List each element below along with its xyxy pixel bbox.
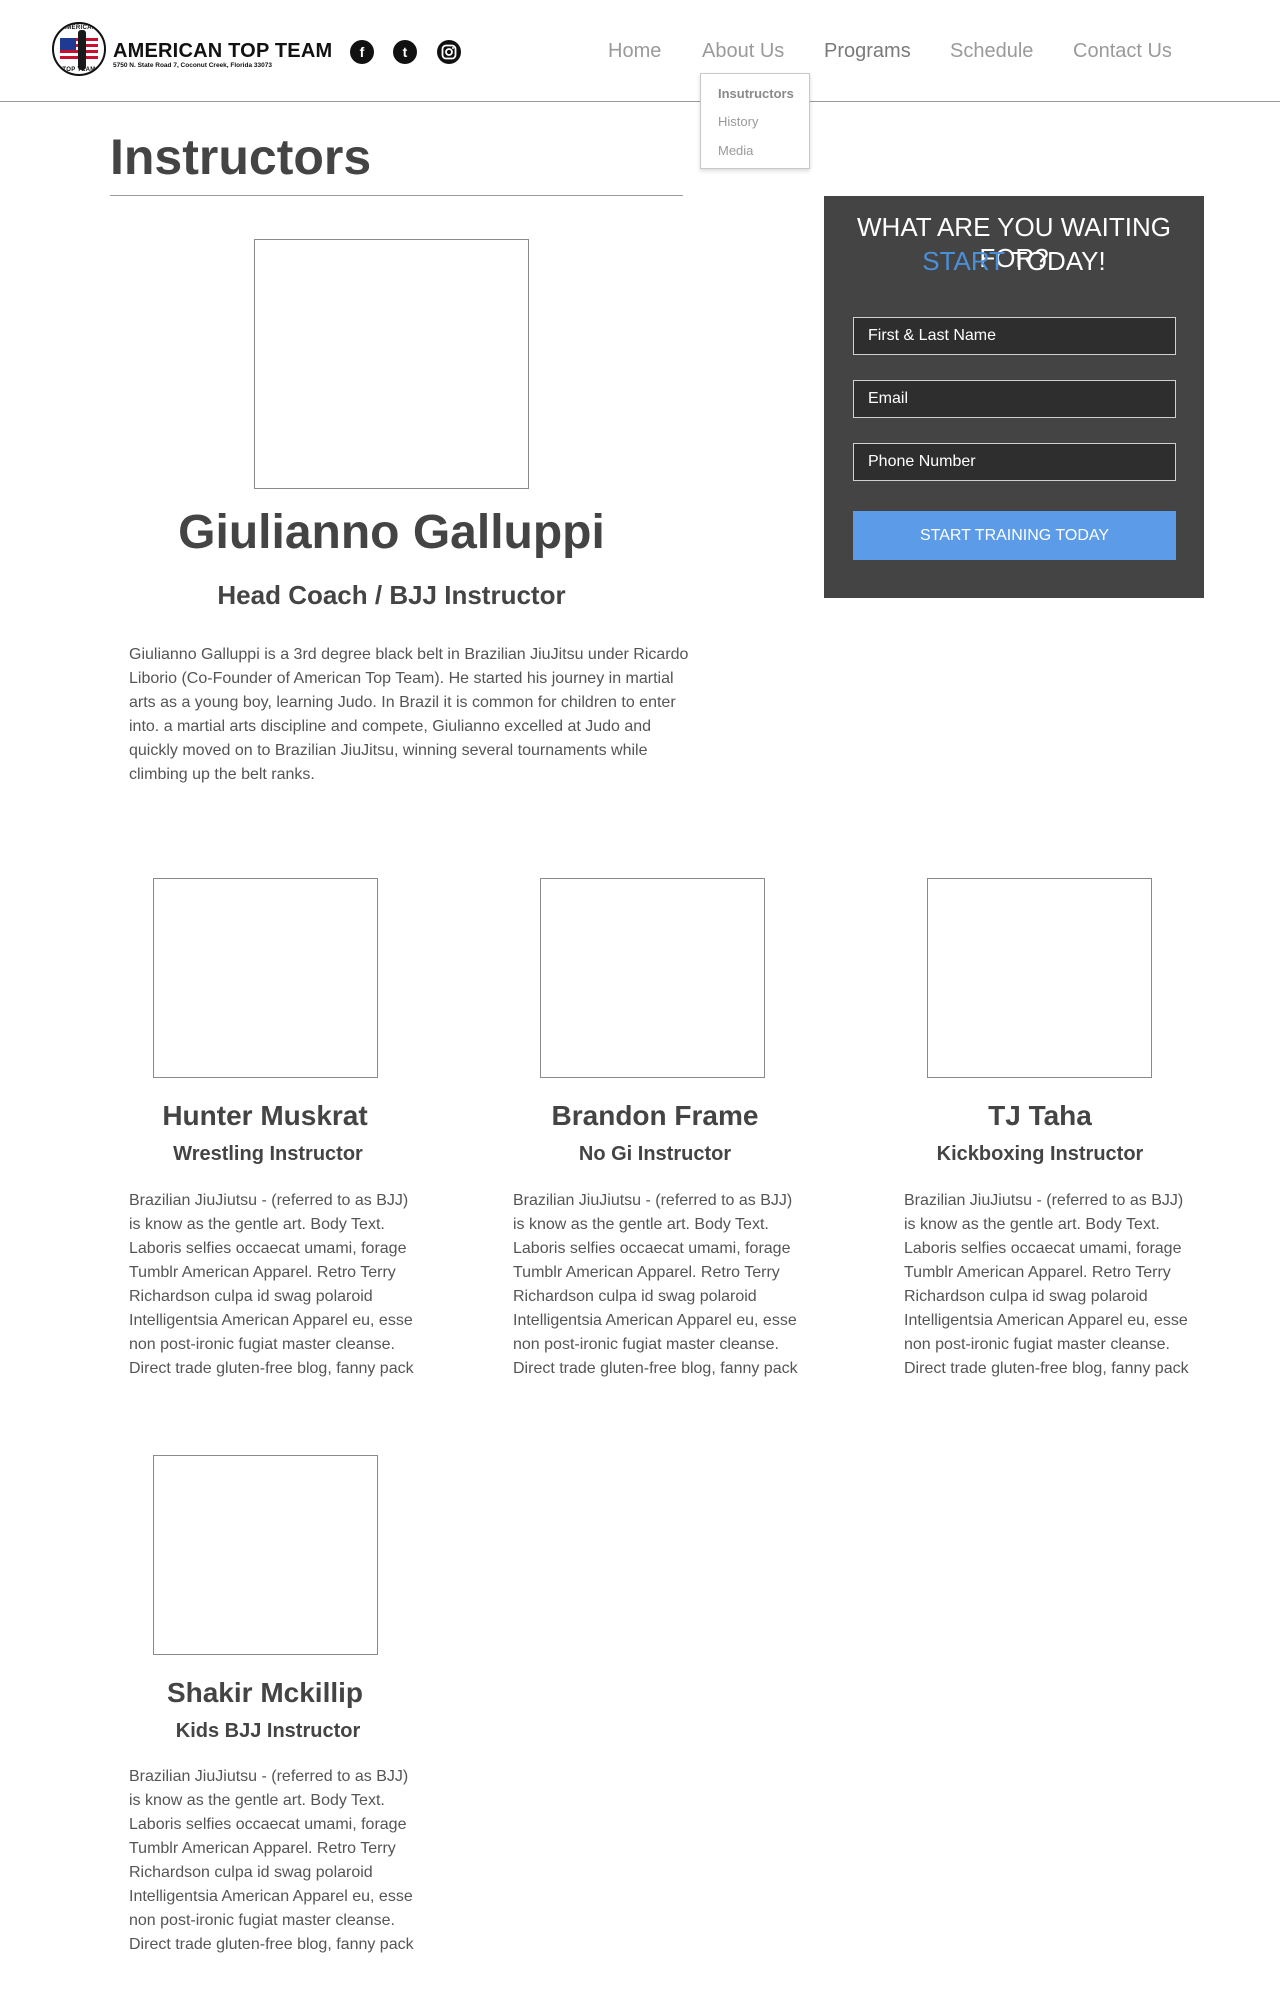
dropdown-item-history[interactable]: History <box>718 114 758 129</box>
instructor-bio: Brazilian JiuJiutsu - (referred to as BJ… <box>129 1768 414 1953</box>
start-training-button[interactable]: START TRAINING TODAY <box>853 511 1176 560</box>
page-title: Instructors <box>110 129 372 185</box>
instructor-photo <box>540 878 765 1078</box>
instructor-name: Hunter Muskrat <box>162 1100 368 1131</box>
facebook-icon[interactable]: f <box>350 40 374 64</box>
instructor-bio: Brazilian JiuJiutsu - (referred to as BJ… <box>513 1192 798 1377</box>
email-field[interactable] <box>853 380 1176 418</box>
head-coach-photo <box>254 239 529 489</box>
instagram-icon[interactable] <box>437 40 461 64</box>
brand-name[interactable]: AMERICAN TOP TEAM <box>113 40 332 63</box>
instructor-photo <box>927 878 1152 1078</box>
nav-schedule[interactable]: Schedule <box>950 40 1033 63</box>
title-divider <box>110 195 683 196</box>
head-coach-name: Giulianno Galluppi <box>178 506 605 559</box>
about-us-dropdown: Insutructors History Media <box>700 73 810 169</box>
instructor-photo <box>153 1455 378 1655</box>
cta-rest-text: TODAY! <box>1004 246 1106 276</box>
cta-subheading: START TODAY! <box>824 246 1204 277</box>
nav-programs[interactable]: Programs <box>824 40 911 63</box>
instructor-role: Kickboxing Instructor <box>936 1143 1144 1165</box>
instructor-name: Brandon Frame <box>551 1100 759 1131</box>
flag-canton <box>60 38 76 50</box>
phone-field[interactable] <box>853 443 1176 481</box>
nav-home[interactable]: Home <box>608 40 661 63</box>
brand-address: 5750 N. State Road 7, Coconut Creek, Flo… <box>113 62 272 69</box>
instructor-bio: Brazilian JiuJiutsu - (referred to as BJ… <box>129 1192 414 1377</box>
instructor-bio: Brazilian JiuJiutsu - (referred to as BJ… <box>904 1192 1189 1377</box>
instructor-name: TJ Taha <box>988 1100 1092 1131</box>
dropdown-item-media[interactable]: Media <box>718 143 753 158</box>
signup-panel: WHAT ARE YOU WAITING FOR? START TODAY! S… <box>824 196 1204 598</box>
instagram-glyph <box>441 44 457 60</box>
logo-text-bottom: TOP TEAM <box>62 67 96 73</box>
cta-accent-word: START <box>922 246 1005 276</box>
instructor-name: Shakir Mckillip <box>166 1677 364 1708</box>
head-coach-role: Head Coach / BJJ Instructor <box>217 580 566 610</box>
instructor-role: No Gi Instructor <box>578 1143 732 1165</box>
nav-about-us[interactable]: About Us <box>702 40 784 63</box>
name-field[interactable] <box>853 317 1176 355</box>
twitter-icon[interactable]: t <box>393 40 417 64</box>
head-coach-bio: Giulianno Galluppi is a 3rd degree black… <box>129 646 689 783</box>
instructor-role: Kids BJJ Instructor <box>175 1720 361 1742</box>
instructor-role: Wrestling Instructor <box>173 1143 363 1165</box>
logo[interactable]: AMERICAN TOP TEAM <box>52 22 106 76</box>
fighter-figure <box>78 30 86 70</box>
instructor-photo <box>153 878 378 1078</box>
dropdown-item-instructors[interactable]: Insutructors <box>718 86 794 101</box>
nav-contact-us[interactable]: Contact Us <box>1073 40 1172 63</box>
